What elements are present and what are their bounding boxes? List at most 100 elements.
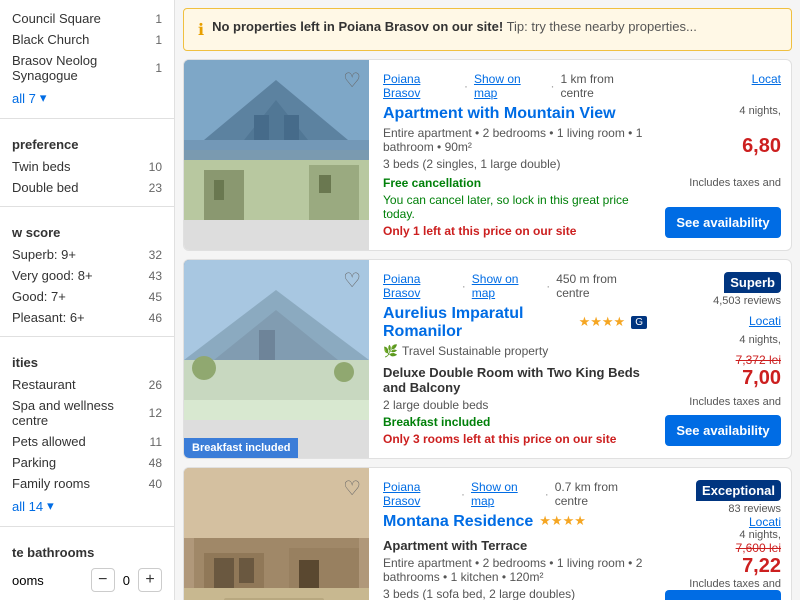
wishlist-button-1[interactable]: ♡ bbox=[343, 68, 361, 93]
sidebar-item-black-church: Black Church 1 bbox=[0, 29, 174, 50]
bed-preference-title: preference bbox=[0, 127, 174, 156]
card1-body: Poiana Brasov · Show on map · 1 km from … bbox=[369, 60, 661, 250]
card1-taxes: Includes taxes and bbox=[689, 177, 781, 189]
sidebar-item-pleasant: Pleasant: 6+ 46 bbox=[0, 307, 174, 328]
card3-location-link[interactable]: Poiana Brasov bbox=[383, 480, 455, 508]
review-score-title: w score bbox=[0, 215, 174, 244]
card2-body: Poiana Brasov · Show on map · 450 m from… bbox=[369, 260, 661, 458]
card3-locate-btn[interactable]: Locati bbox=[749, 515, 781, 529]
card2-price: 7,372 lei 7,00 bbox=[736, 353, 781, 390]
sidebar-item-superb: Superb: 9+ 32 bbox=[0, 244, 174, 265]
card2-distance: 450 m from centre bbox=[556, 272, 647, 300]
card2-breakfast-badge: Breakfast included bbox=[184, 438, 298, 458]
card1-image: ♡ bbox=[184, 60, 369, 250]
show-all-facilities[interactable]: all 14 ▾ bbox=[0, 494, 174, 518]
main-content: ℹ No properties left in Poiana Brasov on… bbox=[175, 0, 800, 600]
card2-sustainable: 🌿 Travel Sustainable property bbox=[383, 344, 647, 358]
card3-stars: ★★★★ bbox=[539, 513, 586, 529]
show-all-landmarks[interactable]: all 7 ▾ bbox=[0, 86, 174, 110]
sidebar: Council Square 1 Black Church 1 Brasov N… bbox=[0, 0, 175, 600]
genius-icon: G bbox=[631, 316, 647, 329]
card1-beds: 3 beds (2 singles, 1 large double) bbox=[383, 157, 647, 171]
card3-review-count: 83 reviews bbox=[728, 503, 781, 515]
decrease-rooms-button[interactable]: − bbox=[91, 568, 115, 592]
sidebar-item-council-square: Council Square 1 bbox=[0, 8, 174, 29]
card2-location-link[interactable]: Poiana Brasov bbox=[383, 272, 456, 300]
card3-title[interactable]: Montana Residence bbox=[383, 513, 533, 531]
wishlist-button-2[interactable]: ♡ bbox=[343, 268, 361, 293]
card3-nights: 4 nights, bbox=[739, 529, 781, 541]
card1-nights: 4 nights, bbox=[739, 105, 781, 117]
card1-cancel-note: You can cancel later, so lock in this gr… bbox=[383, 193, 647, 221]
property-card-3: ♡ Poiana Brasov · Show on map · 0.7 km f… bbox=[183, 467, 792, 600]
card2-review-badge: Superb 4,503 reviews bbox=[713, 272, 781, 307]
rooms-value: 0 bbox=[123, 573, 130, 588]
sidebar-item-synagogue: Brasov Neolog Synagogue 1 bbox=[0, 50, 174, 86]
card2-see-availability-button[interactable]: See availability bbox=[665, 415, 781, 446]
sidebar-item-family: Family rooms 40 bbox=[0, 473, 174, 494]
sidebar-item-twin-beds: Twin beds 10 bbox=[0, 156, 174, 177]
card2-room-type: Deluxe Double Room with Two King Beds an… bbox=[383, 365, 647, 395]
card2-beds: 2 large double beds bbox=[383, 398, 647, 412]
card2-price-col: Superb 4,503 reviews Locati 4 nights, 7,… bbox=[661, 260, 791, 458]
facilities-title: ities bbox=[0, 345, 174, 374]
card2-locate-btn[interactable]: Locati bbox=[749, 314, 781, 328]
sidebar-item-pets: Pets allowed 11 bbox=[0, 431, 174, 452]
card1-limited: Only 1 left at this price on our site bbox=[383, 224, 647, 238]
card3-review-score: Exceptional bbox=[696, 480, 781, 501]
card2-taxes: Includes taxes and bbox=[689, 396, 781, 408]
notice-normal: Tip: try these nearby properties... bbox=[507, 19, 697, 34]
card2-review-count: 4,503 reviews bbox=[713, 295, 781, 307]
card1-locate-btn[interactable]: Locat bbox=[752, 72, 781, 86]
card2-map-link[interactable]: Show on map bbox=[472, 272, 540, 300]
chevron-down-icon: ▾ bbox=[40, 90, 47, 106]
property-card-2: Breakfast included ♡ Poiana Brasov · Sho… bbox=[183, 259, 792, 459]
card1-price: 6,80 bbox=[742, 135, 781, 158]
notice-bold: No properties left in Poiana Brasov on o… bbox=[212, 19, 503, 34]
bathrooms-title: te bathrooms bbox=[0, 535, 174, 564]
increase-rooms-button[interactable]: + bbox=[138, 568, 162, 592]
notice-banner: ℹ No properties left in Poiana Brasov on… bbox=[183, 8, 792, 51]
info-icon: ℹ bbox=[198, 20, 204, 40]
card3-photo bbox=[184, 468, 369, 600]
card1-type: Entire apartment • 2 bedrooms • 1 living… bbox=[383, 126, 647, 154]
card2-image: Breakfast included ♡ bbox=[184, 260, 369, 458]
card3-see-availability-button[interactable]: See availability bbox=[665, 590, 781, 600]
card2-review-score: Superb bbox=[724, 272, 781, 293]
card2-title[interactable]: Aurelius Imparatul Romanilor bbox=[383, 305, 573, 341]
card3-detail1: Entire apartment • 2 bedrooms • 1 living… bbox=[383, 556, 647, 584]
sidebar-item-parking: Parking 48 bbox=[0, 452, 174, 473]
card1-photo bbox=[184, 60, 369, 220]
card1-location-link[interactable]: Poiana Brasov bbox=[383, 72, 458, 100]
card3-distance: 0.7 km from centre bbox=[555, 480, 647, 508]
card1-map-link[interactable]: Show on map bbox=[474, 72, 545, 100]
card3-price-col: Exceptional 83 reviews Locati 4 nights, … bbox=[661, 468, 791, 600]
card2-price-value: 7,00 bbox=[736, 367, 781, 390]
card3-image: ♡ bbox=[184, 468, 369, 600]
property-card-1: ♡ Poiana Brasov · Show on map · 1 km fro… bbox=[183, 59, 792, 251]
wishlist-button-3[interactable]: ♡ bbox=[343, 476, 361, 501]
card3-price-old: 7,600 lei bbox=[736, 541, 781, 555]
card1-price-col: Locat 4 nights, 6,80 Includes taxes and … bbox=[661, 60, 791, 250]
sidebar-item-spa: Spa and wellness centre 12 bbox=[0, 395, 174, 431]
card2-location-row: Poiana Brasov · Show on map · 450 m from… bbox=[383, 272, 647, 300]
card2-nights: 4 nights, bbox=[739, 334, 781, 346]
card3-map-link[interactable]: Show on map bbox=[471, 480, 539, 508]
notice-text: No properties left in Poiana Brasov on o… bbox=[212, 19, 697, 34]
card1-free-cancel: Free cancellation bbox=[383, 176, 647, 190]
chevron-down-icon: ▾ bbox=[47, 498, 54, 514]
card3-review-badge: Exceptional 83 reviews bbox=[696, 480, 781, 515]
sidebar-item-good: Good: 7+ 45 bbox=[0, 286, 174, 307]
sidebar-item-double-bed: Double bed 23 bbox=[0, 177, 174, 198]
card3-title-row: Montana Residence ★★★★ bbox=[383, 511, 647, 531]
rooms-stepper[interactable]: − 0 + bbox=[91, 568, 162, 592]
rooms-label: ooms bbox=[12, 573, 44, 588]
card2-title-row: Aurelius Imparatul Romanilor ★★★★ G bbox=[383, 303, 647, 341]
card1-title[interactable]: Apartment with Mountain View bbox=[383, 105, 616, 123]
card1-see-availability-button[interactable]: See availability bbox=[665, 207, 781, 238]
card2-limited: Only 3 rooms left at this price on our s… bbox=[383, 432, 647, 446]
card2-photo bbox=[184, 260, 369, 420]
card3-body: Poiana Brasov · Show on map · 0.7 km fro… bbox=[369, 468, 661, 600]
card1-location-row: Poiana Brasov · Show on map · 1 km from … bbox=[383, 72, 647, 100]
card1-title-row: Apartment with Mountain View bbox=[383, 103, 647, 123]
